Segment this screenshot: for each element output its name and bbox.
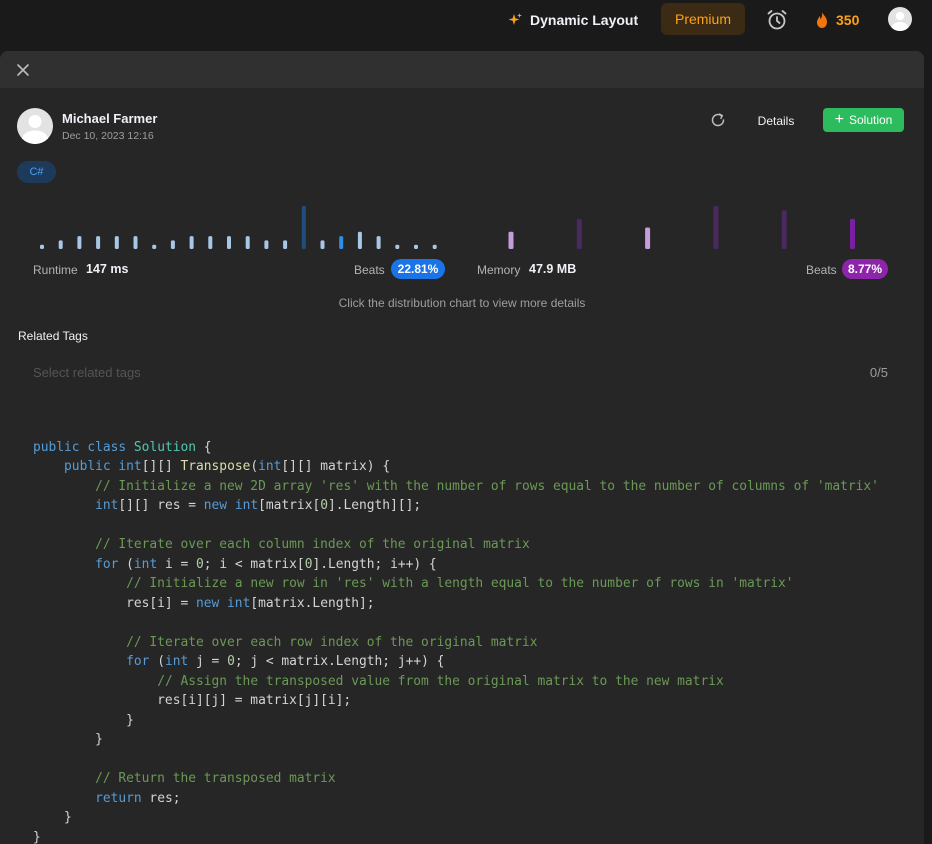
- fire-icon: [817, 12, 827, 28]
- close-icon[interactable]: [14, 61, 32, 79]
- solution-label: Solution: [848, 113, 893, 127]
- panel-header: [0, 51, 924, 88]
- chart-hint: Click the distribution chart to view mor…: [338, 296, 586, 310]
- distribution-chart[interactable]: [0, 51, 924, 301]
- code-line: ​: [33, 418, 879, 438]
- runtime-bar[interactable]: [414, 244, 418, 249]
- memory-bar[interactable]: [781, 210, 787, 249]
- code-line: int[][] res = new int[matrix[0].Length][…: [95, 498, 422, 513]
- runtime-bar[interactable]: [320, 240, 325, 249]
- code-line: return res;: [95, 790, 181, 806]
- plus-icon: +: [834, 110, 844, 128]
- code-line: // Iterate over each column index of the…: [95, 537, 530, 552]
- memory-bar[interactable]: [645, 227, 651, 250]
- language-badge: C#: [17, 161, 56, 183]
- premium-button[interactable]: Premium: [661, 3, 745, 35]
- code-line: ​: [33, 516, 879, 536]
- runtime-bar[interactable]: [133, 236, 138, 249]
- code-line: }: [33, 810, 72, 825]
- runtime-bar[interactable]: [189, 236, 194, 249]
- alarm-clock-icon[interactable]: [765, 8, 789, 32]
- runtime-beats-label: Beats: [354, 263, 385, 277]
- runtime-beats-badge: 22.81%: [391, 259, 445, 279]
- code-line: ​: [33, 399, 879, 419]
- user-avatar[interactable]: [888, 7, 912, 31]
- memory-value: 47.9 MB: [529, 262, 577, 276]
- code-line: ​: [33, 379, 879, 399]
- memory-bar[interactable]: [508, 231, 514, 249]
- code-line: res[i] = new int[matrix.Length];: [33, 595, 375, 611]
- runtime-bar[interactable]: [227, 236, 231, 249]
- code-line: // Initialize a new 2D array 'res' with …: [95, 478, 879, 494]
- streak-count: 350: [836, 12, 860, 28]
- memory-beats-label: Beats: [806, 263, 837, 277]
- code-line: res[i][j] = matrix[j][i];: [33, 693, 352, 708]
- code-line: public int[][] Transpose(int[][] matrix)…: [64, 459, 391, 474]
- runtime-bar[interactable]: [77, 236, 82, 249]
- code-line: ​: [33, 750, 879, 770]
- sparkle-icon: [508, 13, 522, 25]
- code-line: // Initialize a new row in 'res' with a …: [126, 576, 794, 591]
- runtime-bar[interactable]: [245, 236, 250, 249]
- add-solution-button[interactable]: + Solution: [823, 108, 904, 132]
- submission-date: Dec 10, 2023 12:16: [62, 130, 154, 142]
- author-name[interactable]: Michael Farmer: [62, 111, 157, 126]
- runtime-bar[interactable]: [301, 206, 306, 249]
- runtime-bar[interactable]: [283, 240, 288, 249]
- runtime-bar[interactable]: [40, 244, 44, 249]
- refresh-icon[interactable]: [709, 111, 727, 129]
- runtime-bar[interactable]: [339, 236, 344, 249]
- code-line: }: [33, 829, 41, 844]
- runtime-bar[interactable]: [376, 236, 381, 249]
- code-line: public class Solution {: [33, 439, 212, 455]
- memory-bar[interactable]: [713, 206, 719, 249]
- runtime-bar[interactable]: [114, 236, 119, 249]
- memory-bar[interactable]: [850, 218, 855, 249]
- dynamic-layout-label: Dynamic Layout: [530, 12, 639, 28]
- runtime-bar[interactable]: [170, 240, 175, 249]
- runtime-bar[interactable]: [208, 236, 213, 249]
- runtime-value: 147 ms: [86, 262, 129, 276]
- code-block: ​​​public class Solution { public int[][…: [33, 379, 879, 844]
- code-line: }: [33, 732, 103, 747]
- streak-counter[interactable]: 350: [814, 9, 859, 31]
- code-line: ​: [33, 613, 879, 633]
- user-icon: [891, 11, 909, 31]
- tags-count: 0/5: [869, 365, 888, 380]
- author-avatar[interactable]: [17, 108, 53, 144]
- details-button[interactable]: Details: [748, 109, 804, 133]
- memory-bar[interactable]: [576, 218, 582, 249]
- code-line: }: [33, 712, 134, 728]
- code-line: // Assign the transposed value from the …: [157, 673, 724, 689]
- memory-beats-badge: 8.77%: [842, 259, 888, 279]
- related-tags-title: Related Tags: [18, 329, 88, 343]
- runtime-bar[interactable]: [96, 236, 101, 249]
- code-line: // Iterate over each row index of the or…: [126, 634, 538, 650]
- dynamic-layout-button[interactable]: Dynamic Layout: [507, 9, 638, 31]
- runtime-bar[interactable]: [432, 244, 437, 249]
- user-icon: [21, 115, 49, 144]
- runtime-bar[interactable]: [357, 231, 362, 249]
- top-bar: Dynamic Layout Premium 350: [0, 0, 932, 40]
- code-line: // Return the transposed matrix: [95, 771, 336, 786]
- code-line: for (int i = 0; i < matrix[0].Length; i+…: [95, 556, 437, 572]
- memory-label: Memory: [477, 263, 521, 277]
- runtime-bar[interactable]: [395, 244, 400, 249]
- code-line: for (int j = 0; j < matrix.Length; j++) …: [126, 654, 445, 669]
- runtime-bar[interactable]: [152, 244, 157, 249]
- runtime-bar[interactable]: [264, 240, 269, 249]
- runtime-label: Runtime: [33, 263, 78, 277]
- runtime-bar[interactable]: [58, 240, 63, 249]
